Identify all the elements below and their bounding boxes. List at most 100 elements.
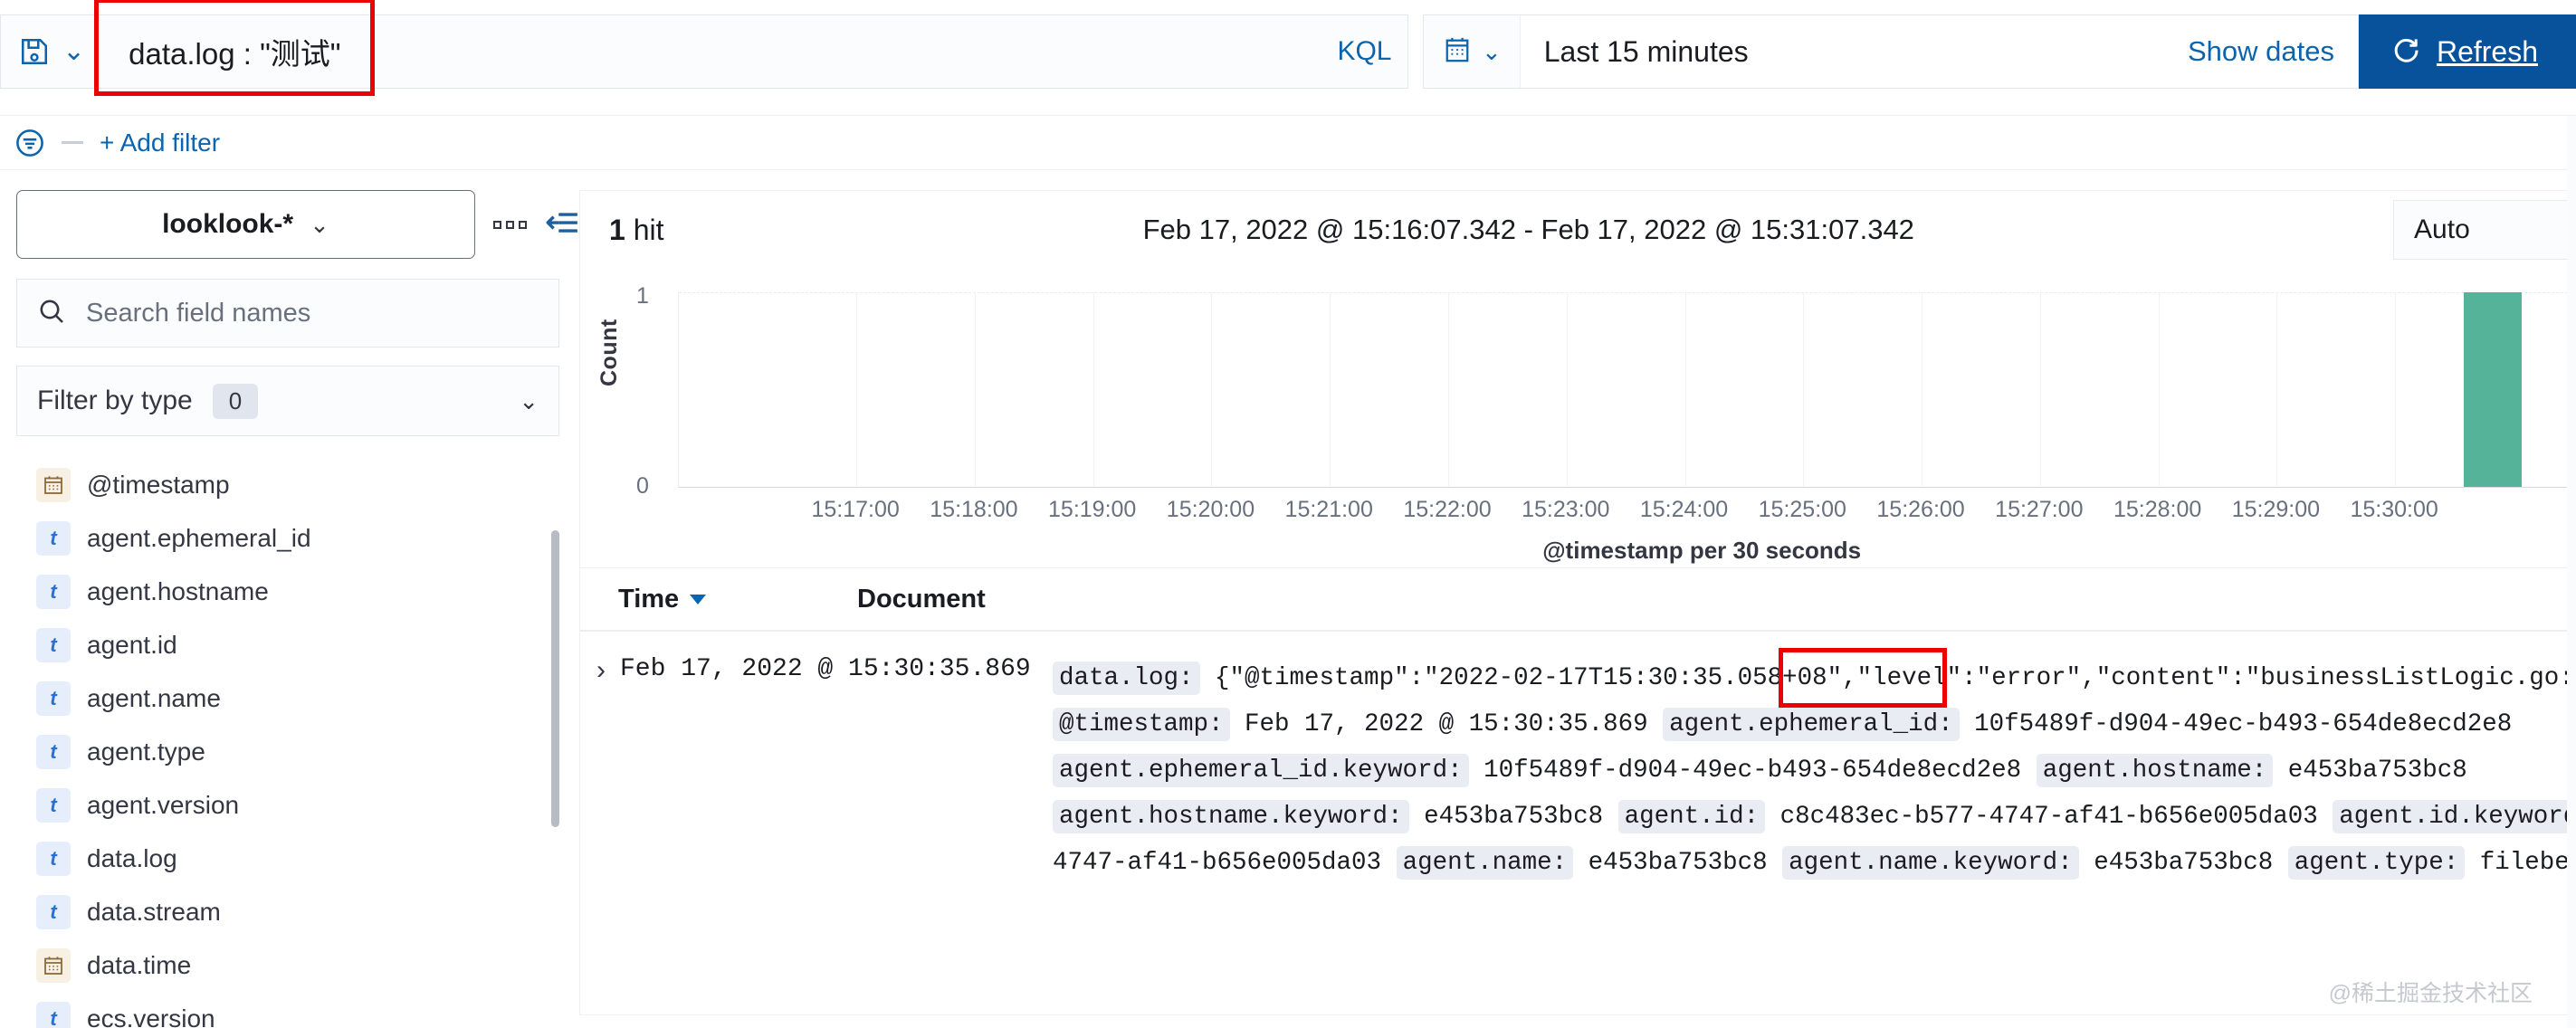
search-field-names-input[interactable]	[84, 297, 539, 329]
chevron-down-icon: ⌄	[62, 36, 86, 66]
field-name-label: agent.version	[87, 790, 240, 819]
watermark: @稀土掘金技术社区	[2328, 981, 2533, 1006]
chart-gridline	[2395, 292, 2397, 487]
document-field-value: filebeat	[2479, 849, 2576, 877]
chevron-down-icon: ⌄	[519, 386, 539, 414]
field-item-agent-hostname[interactable]: t agent.hostname	[16, 565, 559, 618]
page-right-edge	[2567, 116, 2576, 1028]
string-field-icon: t	[36, 787, 71, 823]
documents-table-body: › Feb 17, 2022 @ 15:30:35.869 data.log: {"…	[580, 632, 2576, 886]
interval-value: Auto	[2414, 214, 2470, 244]
field-item-ecs-version[interactable]: t ecs.version	[16, 992, 559, 1028]
chevron-down-icon: ⌄	[310, 210, 329, 238]
filter-separator	[62, 141, 83, 144]
filter-by-type-count: 0	[212, 383, 259, 419]
field-item-agent-ephemeral_id[interactable]: t agent.ephemeral_id	[16, 511, 559, 565]
field-name-label: agent.id	[87, 630, 177, 659]
document-field-value: 10f5489f-d904-49ec-b493-654de8ecd2e8	[1468, 757, 2037, 785]
chart-gridline	[1330, 292, 1331, 487]
chart-x-tick: 15:25:00	[1758, 497, 1846, 522]
chart-x-tick: 15:21:00	[1284, 497, 1373, 522]
chart-x-tick: 15:29:00	[2231, 497, 2321, 522]
table-row[interactable]: › Feb 17, 2022 @ 15:30:35.869 data.log: {"…	[580, 632, 2576, 886]
documents-table: Time Document › Feb 17, 2022 @ 15:30:35.8…	[580, 567, 2576, 886]
document-field-key: agent.hostname.keyword:	[1053, 800, 1409, 833]
document-field-value: 10f5489f-d904-49ec-b493-654de8ecd2e8	[1959, 710, 2513, 738]
histogram-chart[interactable]: Count 1 0 15:17:00 15:18:00 15:19:00 15:20:…	[580, 276, 2576, 564]
document-field-value: e453ba753bc8	[1408, 803, 1618, 831]
field-list: @timestamp t agent.ephemeral_id t agent.host…	[16, 458, 559, 1028]
document-field-value: Feb 17, 2022 @ 15:30:35.869	[1229, 710, 1664, 738]
field-item-agent-type[interactable]: t agent.type	[16, 725, 559, 778]
chart-header: 1 hit Feb 17, 2022 @ 15:16:07.342 - Feb …	[580, 191, 2576, 269]
add-filter-button[interactable]: + Add filter	[100, 128, 220, 157]
chart-gridline	[1803, 292, 1805, 487]
chart-x-tick: 15:20:00	[1166, 497, 1255, 522]
field-item-data-stream[interactable]: t data.stream	[16, 885, 559, 938]
document-field-value: c8c483ec-b577-4747-af41-b656e005da03	[1765, 803, 2333, 831]
search-query-input[interactable]	[101, 14, 1321, 89]
document-field-key: agent.hostname:	[2036, 754, 2274, 787]
column-header-time-label: Time	[618, 584, 680, 614]
chart-gridline	[1566, 292, 1568, 487]
hit-count-label: hit	[633, 213, 664, 246]
sort-desc-caret-icon	[690, 594, 707, 604]
document-field-key: @timestamp:	[1053, 708, 1230, 741]
date-picker-group: ⌄ Last 15 minutes Show dates	[1422, 14, 2359, 89]
field-item-data-time[interactable]: data.time	[16, 938, 559, 992]
document-line: @timestamp: Feb 17, 2022 @ 15:30:35.869 …	[1053, 701, 2576, 747]
filter-by-type-button[interactable]: Filter by type 0 ⌄	[16, 366, 559, 436]
query-bar: ⌄ KQL ⌄ Last 15 minutes Show dates	[0, 0, 2576, 116]
saved-query-button[interactable]: ⌄	[0, 14, 102, 89]
field-name-label: ecs.version	[87, 1004, 215, 1028]
document-field-value: 4747-af41-b656e005da03	[1053, 849, 1397, 877]
chart-x-tick: 15:27:00	[1995, 497, 2084, 522]
field-item-agent-name[interactable]: t agent.name	[16, 671, 559, 725]
chevron-down-icon: ⌄	[1481, 38, 1502, 65]
grip-dots-icon[interactable]	[493, 220, 527, 229]
field-name-label: data.time	[87, 950, 192, 979]
refresh-button[interactable]: Refresh	[2358, 14, 2576, 89]
search-icon	[37, 297, 66, 330]
date-quick-select-button[interactable]: ⌄	[1423, 15, 1521, 88]
field-item--timestamp[interactable]: @timestamp	[16, 458, 559, 511]
chart-bar[interactable]	[2463, 292, 2522, 487]
document-field-value: e453ba753bc8	[2078, 849, 2288, 877]
interval-select[interactable]: Auto ⌄	[2393, 200, 2576, 260]
date-range-label[interactable]: Last 15 minutes	[1521, 35, 2188, 69]
document-field-key: agent.name.keyword:	[1782, 846, 2079, 880]
index-pattern-row: looklook-* ⌄	[16, 190, 579, 259]
calendar-field-icon	[36, 467, 71, 502]
discover-body: looklook-* ⌄ Filter	[0, 170, 2576, 1028]
chart-plot-area	[678, 292, 2576, 488]
kibana-discover-app: ⌄ KQL ⌄ Last 15 minutes Show dates	[0, 0, 2576, 1028]
documents-table-header: Time Document	[580, 568, 2576, 632]
refresh-label: Refresh	[2436, 34, 2538, 68]
index-pattern-select[interactable]: looklook-* ⌄	[16, 190, 475, 259]
string-field-icon: t	[36, 894, 71, 929]
column-header-time[interactable]: Time	[580, 585, 841, 614]
document-field-key: agent.id:	[1617, 800, 1766, 833]
chart-time-range: Feb 17, 2022 @ 15:16:07.342 - Feb 17, 20…	[1142, 214, 1914, 245]
chevron-right-icon[interactable]: ›	[580, 655, 620, 886]
document-field-key: agent.name:	[1396, 846, 1574, 880]
string-field-icon: t	[36, 520, 71, 556]
query-language-button[interactable]: KQL	[1321, 14, 1408, 89]
sidebar-scrollbar[interactable]	[551, 530, 559, 827]
string-field-icon: t	[36, 1001, 71, 1028]
chart-x-tick: 15:26:00	[1876, 497, 1965, 522]
field-item-data-log[interactable]: t data.log	[16, 832, 559, 885]
filter-list-icon[interactable]	[7, 128, 45, 158]
field-name-label: agent.type	[87, 737, 205, 766]
field-name-label: @timestamp	[87, 470, 230, 499]
field-item-agent-version[interactable]: t agent.version	[16, 778, 559, 832]
field-item-agent-id[interactable]: t agent.id	[16, 618, 559, 671]
show-dates-button[interactable]: Show dates	[2188, 35, 2358, 68]
string-field-icon: t	[36, 627, 71, 662]
field-name-label: agent.hostname	[87, 576, 269, 605]
document-field-key: agent.ephemeral_id:	[1663, 708, 1960, 741]
chart-gridline	[1211, 292, 1213, 487]
collapse-left-icon[interactable]	[545, 209, 579, 241]
chart-gridline	[2158, 292, 2160, 487]
document-field-value: {"@timestamp":"2022-02-17T15:30:35.058+0…	[1199, 664, 2576, 692]
